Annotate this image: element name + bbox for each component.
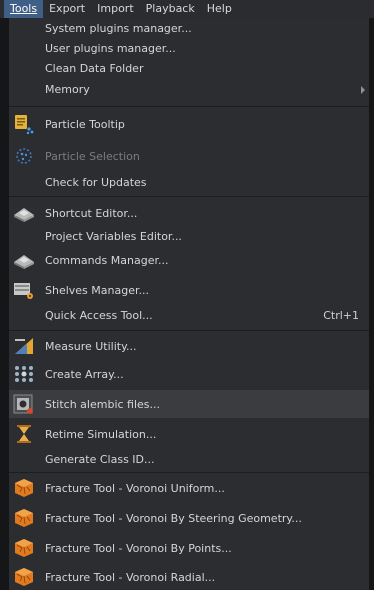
background-panel-left xyxy=(0,18,9,590)
menu-item-check-for-updates[interactable]: Check for Updates xyxy=(9,173,369,192)
menu-separator xyxy=(9,330,369,331)
menu-item-create-array[interactable]: Create Array... xyxy=(9,360,369,388)
menu-item-fracture-voronoi-by-points[interactable]: Fracture Tool - Voronoi By Points... xyxy=(9,534,369,562)
menu-item-stitch-alembic-files[interactable]: Stitch alembic files... xyxy=(9,390,369,418)
menu-item-fracture-voronoi-uniform[interactable]: Fracture Tool - Voronoi Uniform... xyxy=(9,474,369,502)
menu-tools[interactable]: Tools xyxy=(4,0,44,18)
retime-simulation-icon xyxy=(17,425,31,443)
commands-manager-icon xyxy=(14,255,34,269)
particle-tooltip-icon xyxy=(15,115,34,134)
fracture-icon xyxy=(15,479,33,497)
tools-dropdown-menu: System plugins manager... User plugins m… xyxy=(9,18,369,590)
measure-utility-icon xyxy=(15,338,33,354)
menu-item-system-plugins-manager[interactable]: System plugins manager... xyxy=(9,18,369,38)
submenu-arrow-icon xyxy=(361,85,365,94)
shelves-manager-icon xyxy=(14,283,33,299)
menu-import[interactable]: Import xyxy=(91,0,140,18)
menu-item-commands-manager[interactable]: Commands Manager... xyxy=(9,247,369,273)
menu-item-shelves-manager[interactable]: Shelves Manager... xyxy=(9,277,369,303)
menu-item-memory[interactable]: Memory xyxy=(9,79,369,100)
menu-item-project-variables-editor[interactable]: Project Variables Editor... xyxy=(9,226,369,247)
menu-item-clean-data-folder[interactable]: Clean Data Folder xyxy=(9,58,369,79)
fracture-icon xyxy=(15,509,33,527)
menu-item-particle-selection[interactable]: Particle Selection xyxy=(9,142,369,170)
menu-item-user-plugins-manager[interactable]: User plugins manager... xyxy=(9,38,369,58)
menu-separator xyxy=(9,472,369,473)
stitch-alembic-icon xyxy=(13,394,33,414)
menu-item-particle-tooltip[interactable]: Particle Tooltip xyxy=(9,110,369,138)
menu-item-measure-utility[interactable]: Measure Utility... xyxy=(9,332,369,360)
menu-item-quick-access-tool[interactable]: Quick Access Tool... Ctrl+1 xyxy=(9,305,369,326)
shortcut-editor-icon xyxy=(14,208,34,222)
menu-item-fracture-voronoi-radial[interactable]: Fracture Tool - Voronoi Radial... xyxy=(9,564,369,590)
fracture-icon xyxy=(15,539,33,557)
menu-item-shortcut-editor[interactable]: Shortcut Editor... xyxy=(9,200,369,226)
menu-item-fracture-voronoi-steering-geometry[interactable]: Fracture Tool - Voronoi By Steering Geom… xyxy=(9,504,369,532)
menu-item-generate-class-id[interactable]: Generate Class ID... xyxy=(9,448,369,470)
create-array-icon xyxy=(15,366,33,382)
menu-bar: Tools Export Import Playback Help xyxy=(0,0,374,19)
menu-separator xyxy=(9,196,369,197)
menu-item-retime-simulation[interactable]: Retime Simulation... xyxy=(9,420,369,448)
shortcut-label: Ctrl+1 xyxy=(323,309,359,322)
menu-help[interactable]: Help xyxy=(201,0,238,18)
menu-separator xyxy=(9,106,369,107)
menu-playback[interactable]: Playback xyxy=(140,0,201,18)
menu-export[interactable]: Export xyxy=(43,0,91,18)
fracture-icon xyxy=(15,568,33,586)
particle-selection-icon xyxy=(16,148,32,164)
background-panel-right xyxy=(369,18,374,590)
